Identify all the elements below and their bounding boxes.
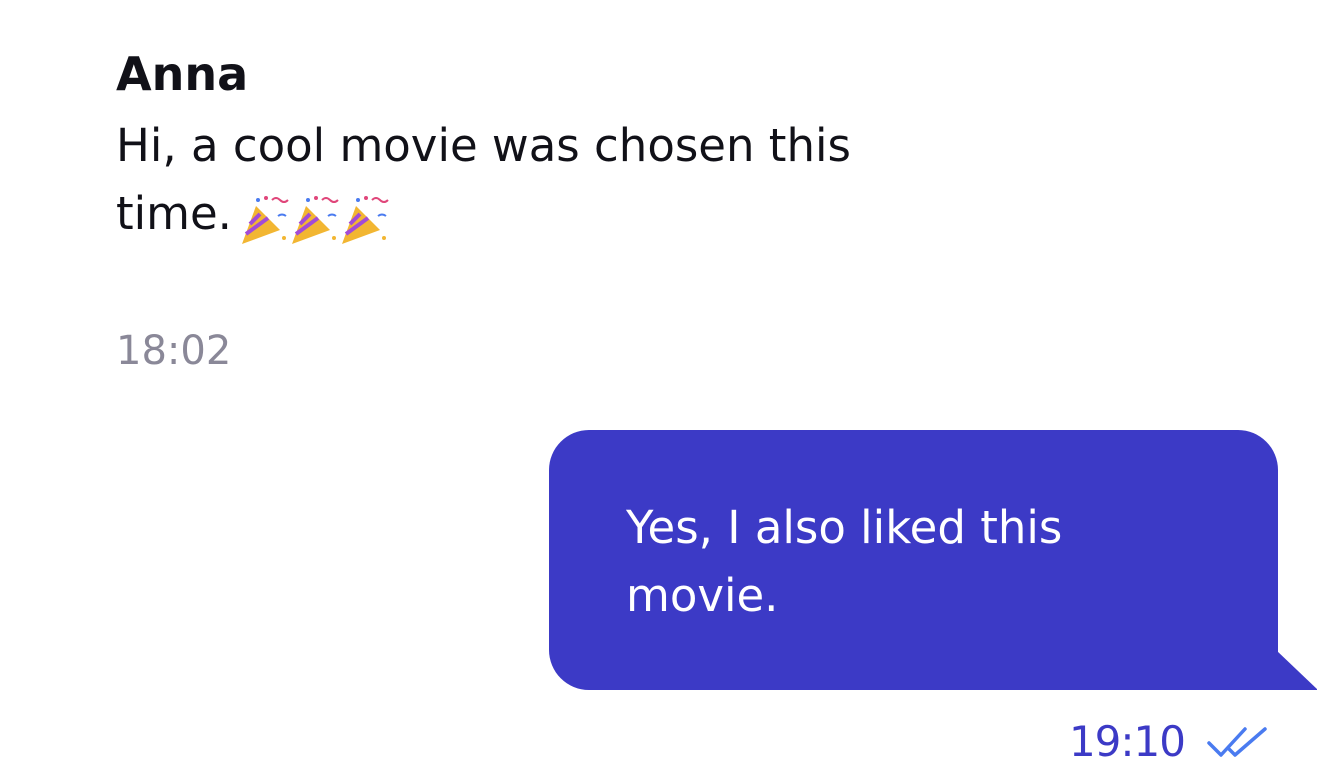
incoming-message: Anna Hi, a cool movie was chosen this ti… [116, 44, 876, 251]
party-popper-icon [238, 183, 394, 251]
incoming-message-body: Hi, a cool movie was chosen this time. [116, 112, 876, 251]
incoming-message-text: Hi, a cool movie was chosen this time. [116, 119, 851, 240]
outgoing-timestamp: 19:10 [1068, 717, 1186, 766]
outgoing-message-text: Yes, I also liked this movie. [626, 501, 1063, 622]
sender-name: Anna [116, 47, 249, 101]
bubble-tail [1276, 650, 1317, 690]
double-check-icon [1207, 725, 1269, 759]
outgoing-message-bubble[interactable]: Yes, I also liked this movie. [549, 430, 1278, 690]
chat-thread: Anna Hi, a cool movie was chosen this ti… [0, 0, 1317, 772]
incoming-timestamp: 18:02 [116, 328, 232, 374]
outgoing-message-meta: 19:10 [1069, 716, 1269, 768]
